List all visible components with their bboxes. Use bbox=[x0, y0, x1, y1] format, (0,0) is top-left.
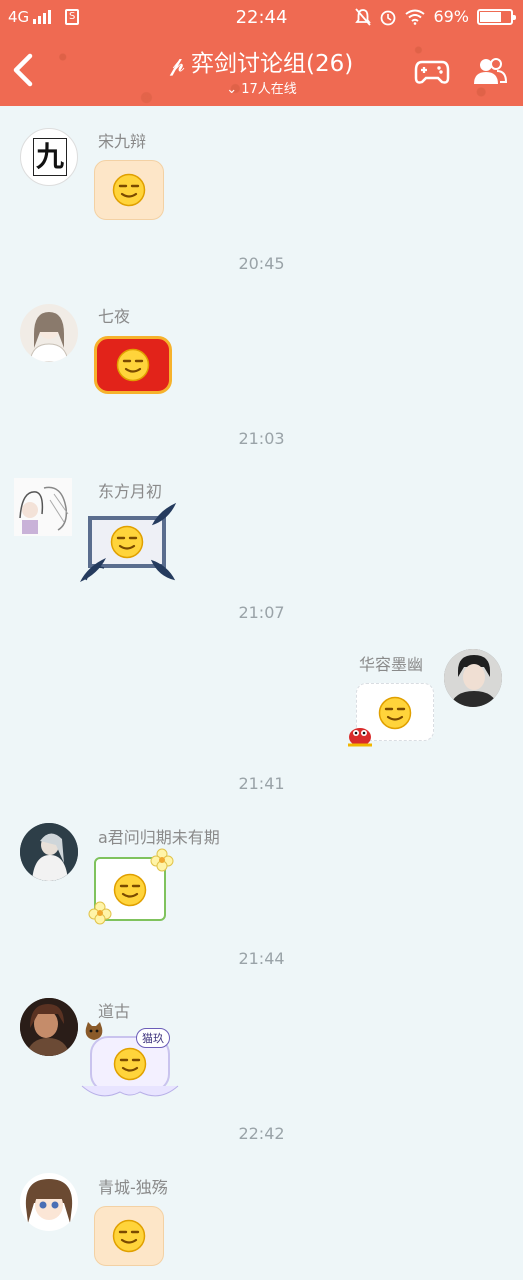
avatar-sketch-icon bbox=[19, 486, 69, 534]
leaf-decoration-icon bbox=[80, 558, 106, 582]
wing-decoration-icon bbox=[81, 1085, 179, 1097]
timestamp: 21:44 bbox=[238, 949, 285, 968]
cat-mascot-icon bbox=[85, 1022, 103, 1040]
wifi-icon bbox=[405, 9, 426, 25]
avatar[interactable] bbox=[14, 478, 72, 536]
leaf-decoration-icon bbox=[151, 502, 177, 526]
sender-name: a君问归期未有期 bbox=[98, 828, 220, 847]
message-list[interactable]: 九 宋九辩 20:45 七夜 21:03 东方月初 21:07 华容墨幽 21:… bbox=[0, 106, 523, 1280]
smiley-emoji-icon bbox=[110, 525, 144, 559]
message-bubble[interactable] bbox=[94, 336, 172, 394]
status-bar: 4G S 22:44 69% bbox=[0, 0, 523, 36]
sender-name: 东方月初 bbox=[98, 482, 163, 501]
avatar[interactable] bbox=[20, 1173, 78, 1231]
avatar[interactable]: 九 bbox=[20, 128, 78, 186]
chevron-down-icon: ⌄ bbox=[226, 82, 238, 97]
sender-name: 七夜 bbox=[98, 307, 131, 326]
group-title-text: 弈剑讨论组(26) bbox=[190, 51, 354, 77]
sender-name: 华容墨幽 bbox=[358, 655, 423, 674]
smiley-emoji-icon bbox=[378, 696, 412, 730]
message-bubble[interactable] bbox=[94, 160, 164, 220]
sender-name: 道古 bbox=[98, 1002, 131, 1021]
penguin-mascot-icon bbox=[348, 728, 372, 747]
message-bubble[interactable] bbox=[94, 1206, 164, 1266]
gamepad-icon[interactable] bbox=[414, 56, 450, 86]
avatar-portrait-icon bbox=[20, 998, 78, 1056]
bell-mute-icon bbox=[355, 7, 372, 26]
flower-decoration-icon bbox=[150, 848, 174, 872]
bubble-badge: 猫玖 bbox=[136, 1028, 170, 1048]
smiley-emoji-icon bbox=[113, 1047, 147, 1081]
battery-percent: 69% bbox=[433, 7, 469, 26]
smiley-emoji-icon bbox=[112, 1219, 146, 1253]
avatar[interactable] bbox=[444, 649, 502, 707]
smiley-emoji-icon bbox=[113, 873, 147, 907]
avatar[interactable] bbox=[20, 304, 78, 362]
avatar[interactable] bbox=[20, 998, 78, 1056]
avatar[interactable] bbox=[20, 823, 78, 881]
avatar-portrait-icon bbox=[20, 823, 78, 881]
members-icon[interactable] bbox=[472, 56, 508, 86]
smiley-emoji-icon bbox=[116, 348, 150, 382]
alarm-icon bbox=[381, 10, 396, 25]
leaf-decoration-icon bbox=[150, 559, 176, 581]
flower-decoration-icon bbox=[88, 901, 112, 925]
chat-header: 𝓹 弈剑讨论组(26) ⌄ 17人在线 bbox=[0, 36, 523, 106]
avatar-portrait-icon bbox=[444, 649, 502, 707]
status-right: 69% bbox=[355, 7, 516, 26]
online-count-text: 17人在线 bbox=[241, 82, 297, 97]
timestamp: 20:45 bbox=[238, 254, 285, 273]
battery-icon bbox=[477, 8, 516, 25]
smiley-emoji-icon bbox=[112, 173, 146, 207]
ear-icon: 𝓹 bbox=[169, 52, 185, 76]
timestamp: 21:41 bbox=[238, 774, 285, 793]
avatar-portrait-icon bbox=[25, 1179, 73, 1223]
timestamp: 22:42 bbox=[238, 1124, 285, 1143]
sender-name: 青城-独殇 bbox=[98, 1178, 168, 1197]
timestamp: 21:03 bbox=[238, 429, 285, 448]
avatar-portrait-icon bbox=[29, 312, 69, 362]
sender-name: 宋九辩 bbox=[98, 132, 147, 151]
avatar-glyph: 九 bbox=[33, 138, 67, 176]
timestamp: 21:07 bbox=[238, 603, 285, 622]
